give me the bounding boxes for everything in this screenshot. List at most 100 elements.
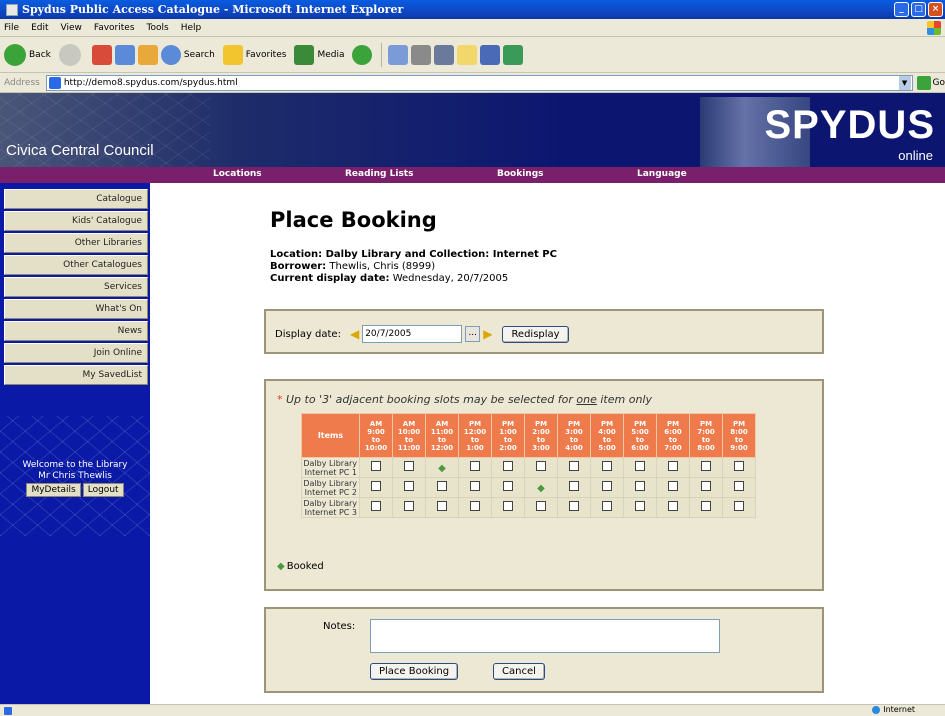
slot-cell[interactable]	[524, 497, 558, 518]
slot-checkbox[interactable]	[635, 481, 645, 491]
slot-checkbox[interactable]	[371, 461, 381, 471]
display-date-input[interactable]: 20/7/2005	[362, 325, 463, 343]
slot-checkbox[interactable]	[734, 481, 744, 491]
slot-checkbox[interactable]	[734, 501, 744, 511]
slot-cell[interactable]	[458, 457, 492, 478]
slot-checkbox[interactable]	[569, 501, 579, 511]
slot-checkbox[interactable]	[503, 481, 513, 491]
slot-checkbox[interactable]	[470, 501, 480, 511]
refresh-icon[interactable]	[114, 44, 135, 65]
slot-checkbox[interactable]	[437, 501, 447, 511]
previous-date-icon[interactable]: ◀	[350, 327, 359, 341]
slot-checkbox[interactable]	[503, 501, 513, 511]
slot-checkbox[interactable]	[569, 461, 579, 471]
slot-checkbox[interactable]	[734, 461, 744, 471]
slot-cell[interactable]	[590, 477, 624, 498]
slot-checkbox[interactable]	[404, 501, 414, 511]
print-icon[interactable]	[411, 44, 432, 65]
slot-checkbox[interactable]	[470, 481, 480, 491]
slot-checkbox[interactable]	[602, 481, 612, 491]
slot-cell[interactable]	[656, 457, 690, 478]
favorites-button[interactable]: Favorites	[222, 44, 286, 65]
slot-checkbox[interactable]	[404, 461, 414, 471]
slot-cell[interactable]	[458, 497, 492, 518]
slot-cell[interactable]	[656, 477, 690, 498]
slot-cell[interactable]	[392, 457, 426, 478]
sidebar-item-services[interactable]: Services	[4, 277, 148, 297]
redisplay-button[interactable]: Redisplay	[502, 325, 569, 343]
slot-checkbox[interactable]	[668, 481, 678, 491]
sidebar-item-other-libraries[interactable]: Other Libraries	[4, 233, 148, 253]
slot-checkbox[interactable]	[701, 461, 711, 471]
slot-cell[interactable]	[623, 477, 657, 498]
folder-icon[interactable]	[457, 44, 478, 65]
slot-cell[interactable]	[458, 477, 492, 498]
slot-cell[interactable]	[524, 457, 558, 478]
forward-button[interactable]	[58, 43, 84, 66]
minimize-button[interactable]: _	[894, 2, 909, 17]
slot-cell[interactable]	[722, 497, 756, 518]
slot-cell[interactable]	[656, 497, 690, 518]
messenger-icon[interactable]	[503, 44, 524, 65]
slot-cell[interactable]	[557, 477, 591, 498]
nav-language[interactable]: Language	[637, 169, 687, 179]
close-button[interactable]: ×	[928, 2, 943, 17]
slot-cell[interactable]	[557, 457, 591, 478]
slot-cell[interactable]	[425, 477, 459, 498]
slot-cell[interactable]	[392, 477, 426, 498]
go-button[interactable]: Go	[916, 75, 945, 90]
media-button[interactable]: Media	[294, 44, 344, 65]
research-icon[interactable]	[480, 44, 501, 65]
address-dropdown-icon[interactable]: ▼	[898, 75, 911, 90]
cancel-button[interactable]: Cancel	[493, 663, 545, 680]
nav-bookings[interactable]: Bookings	[497, 169, 544, 179]
slot-checkbox[interactable]	[503, 461, 513, 471]
slot-cell[interactable]	[425, 497, 459, 518]
menu-help[interactable]: Help	[181, 23, 202, 33]
slot-checkbox[interactable]	[635, 461, 645, 471]
slot-checkbox[interactable]	[701, 501, 711, 511]
slot-cell[interactable]	[623, 457, 657, 478]
sidebar-item-news[interactable]: News	[4, 321, 148, 341]
maximize-button[interactable]: □	[911, 2, 926, 17]
slot-checkbox[interactable]	[602, 501, 612, 511]
mail-icon[interactable]	[388, 44, 409, 65]
slot-cell[interactable]	[392, 497, 426, 518]
menu-favorites[interactable]: Favorites	[94, 23, 135, 33]
nav-reading-lists[interactable]: Reading Lists	[345, 169, 413, 179]
nav-locations[interactable]: Locations	[213, 169, 262, 179]
slot-checkbox[interactable]	[437, 481, 447, 491]
slot-cell[interactable]	[359, 497, 393, 518]
place-booking-button[interactable]: Place Booking	[370, 663, 459, 680]
slot-checkbox[interactable]	[701, 481, 711, 491]
next-date-icon[interactable]: ▶	[483, 327, 492, 341]
slot-checkbox[interactable]	[536, 461, 546, 471]
slot-checkbox[interactable]	[668, 501, 678, 511]
slot-cell[interactable]	[689, 477, 723, 498]
menu-view[interactable]: View	[61, 23, 82, 33]
history-icon[interactable]	[352, 44, 373, 65]
edit-icon[interactable]	[434, 44, 455, 65]
sidebar-item-kids-catalogue[interactable]: Kids' Catalogue	[4, 211, 148, 231]
sidebar-item-whats-on[interactable]: What's On	[4, 299, 148, 319]
slot-checkbox[interactable]	[668, 461, 678, 471]
slot-checkbox[interactable]	[470, 461, 480, 471]
sidebar-item-join-online[interactable]: Join Online	[4, 343, 148, 363]
slot-cell[interactable]	[722, 457, 756, 478]
slot-cell[interactable]	[689, 457, 723, 478]
search-button[interactable]: Search	[160, 44, 215, 65]
home-icon[interactable]	[137, 44, 158, 65]
notes-textarea[interactable]	[370, 619, 720, 653]
slot-cell[interactable]	[623, 497, 657, 518]
slot-cell[interactable]	[590, 497, 624, 518]
sidebar-item-other-catalogues[interactable]: Other Catalogues	[4, 255, 148, 275]
slot-cell[interactable]	[590, 457, 624, 478]
back-button[interactable]: Back	[4, 43, 51, 66]
slot-cell[interactable]	[359, 477, 393, 498]
slot-cell[interactable]	[722, 477, 756, 498]
address-input[interactable]: http://demo8.spydus.com/spydus.html ▼	[45, 74, 913, 91]
slot-checkbox[interactable]	[371, 501, 381, 511]
slot-cell[interactable]	[491, 477, 525, 498]
menu-tools[interactable]: Tools	[147, 23, 169, 33]
slot-checkbox[interactable]	[371, 481, 381, 491]
